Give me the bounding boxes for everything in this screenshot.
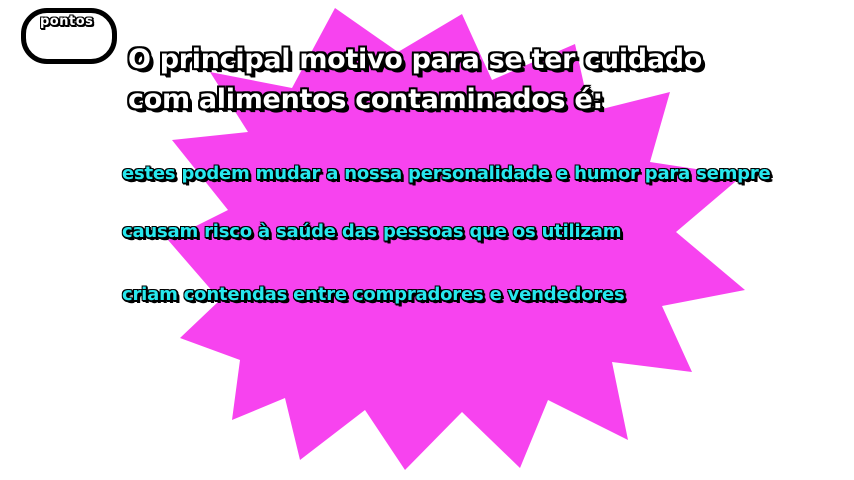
- quiz-screen: pontos O principal motivo para se ter cu…: [0, 0, 854, 480]
- answer-option-3[interactable]: criam contendas entre compradores e vend…: [122, 283, 625, 307]
- score-label: pontos: [40, 14, 94, 29]
- question-text: O principal motivo para se ter cuidado c…: [128, 44, 703, 115]
- answer-option-1[interactable]: estes podem mudar a nossa personalidade …: [122, 162, 771, 186]
- score-box: pontos: [21, 8, 117, 64]
- answer-option-2[interactable]: causam risco à saúde das pessoas que os …: [122, 220, 621, 244]
